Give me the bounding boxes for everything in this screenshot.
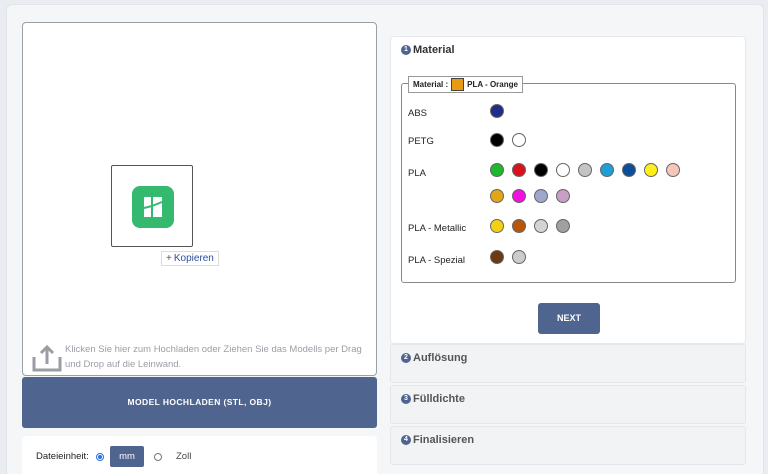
step-resolution-panel[interactable]: 2 Auflösung <box>390 344 746 383</box>
step-header-infill[interactable]: 3 Fülldichte <box>401 393 465 405</box>
color-swatch[interactable] <box>490 219 504 233</box>
color-swatch[interactable] <box>490 133 504 147</box>
copy-button[interactable]: + Kopieren <box>161 251 219 266</box>
color-swatch[interactable] <box>490 189 504 203</box>
unit-option-mm[interactable]: mm <box>110 446 144 467</box>
color-swatch[interactable] <box>556 219 570 233</box>
color-swatch[interactable] <box>578 163 592 177</box>
color-swatch[interactable] <box>512 163 526 177</box>
unit-label: Dateieinheit: <box>36 451 89 462</box>
selected-color-swatch <box>451 78 465 91</box>
color-swatch[interactable] <box>490 104 504 118</box>
material-legend: Material : PLA - Orange <box>408 76 523 93</box>
step-number: 2 <box>401 353 411 364</box>
color-swatch[interactable] <box>534 219 548 233</box>
color-swatch[interactable] <box>666 163 680 177</box>
step-title: Finalisieren <box>413 434 475 446</box>
step-title: Fülldichte <box>413 393 465 405</box>
unit-option-zoll[interactable]: Zoll <box>176 451 191 462</box>
upload-model-button[interactable]: MODEL HOCHLADEN (STL, OBJ) <box>22 377 377 428</box>
material-legend-label: Material : <box>413 80 449 89</box>
color-swatch[interactable] <box>556 189 570 203</box>
upload-hint-text: Klicken Sie hier zum Hochladen oder Zieh… <box>65 344 362 370</box>
step-finalize-panel[interactable]: 4 Finalisieren <box>390 426 746 465</box>
unit-radio-mm[interactable] <box>96 453 104 461</box>
color-swatch[interactable] <box>622 163 636 177</box>
material-group-label: PLA - Spezial <box>408 255 466 266</box>
color-swatch[interactable] <box>512 250 526 264</box>
color-swatch[interactable] <box>490 250 504 264</box>
material-group-label: PETG <box>408 136 434 147</box>
color-swatch[interactable] <box>512 219 526 233</box>
color-swatch[interactable] <box>512 189 526 203</box>
color-swatch[interactable] <box>556 163 570 177</box>
color-swatch[interactable] <box>534 189 548 203</box>
step-header-resolution[interactable]: 2 Auflösung <box>401 352 467 364</box>
unit-selector: Dateieinheit: mm Zoll <box>22 436 377 474</box>
color-swatch[interactable] <box>644 163 658 177</box>
step-number: 1 <box>401 45 411 56</box>
step-title: Material <box>413 44 455 56</box>
unit-radio-zoll[interactable] <box>154 453 162 461</box>
model-canvas[interactable]: + Kopieren Klicken Sie hier zum Hochladen… <box>22 22 377 376</box>
material-fieldset: Material : PLA - Orange ABS PETG PLA PLA… <box>401 76 736 283</box>
step-material-panel: 1 Material Material : PLA - Orange ABS PE… <box>390 36 746 344</box>
model-thumbnail[interactable] <box>111 165 193 247</box>
app-logo-icon <box>132 186 174 228</box>
step-header-material[interactable]: 1 Material <box>401 44 455 56</box>
step-number: 4 <box>401 435 411 446</box>
selected-material: PLA - Orange <box>467 80 518 89</box>
step-number: 3 <box>401 394 411 405</box>
material-group-label: ABS <box>408 108 428 119</box>
next-button[interactable]: NEXT <box>538 303 600 334</box>
material-group-label: PLA - Metallic <box>408 223 467 234</box>
copy-label: Kopieren <box>173 253 214 264</box>
step-header-finalize[interactable]: 4 Finalisieren <box>401 434 474 446</box>
upload-icon <box>31 343 63 373</box>
color-swatch[interactable] <box>512 133 526 147</box>
upload-hint[interactable]: Klicken Sie hier zum Hochladen oder Zieh… <box>31 341 371 373</box>
plus-icon: + <box>166 253 172 264</box>
color-swatch[interactable] <box>534 163 548 177</box>
material-group-label: PLA <box>408 168 426 179</box>
step-title: Auflösung <box>413 352 468 364</box>
color-swatch[interactable] <box>490 163 504 177</box>
step-infill-panel[interactable]: 3 Fülldichte <box>390 385 746 424</box>
color-swatch[interactable] <box>600 163 614 177</box>
